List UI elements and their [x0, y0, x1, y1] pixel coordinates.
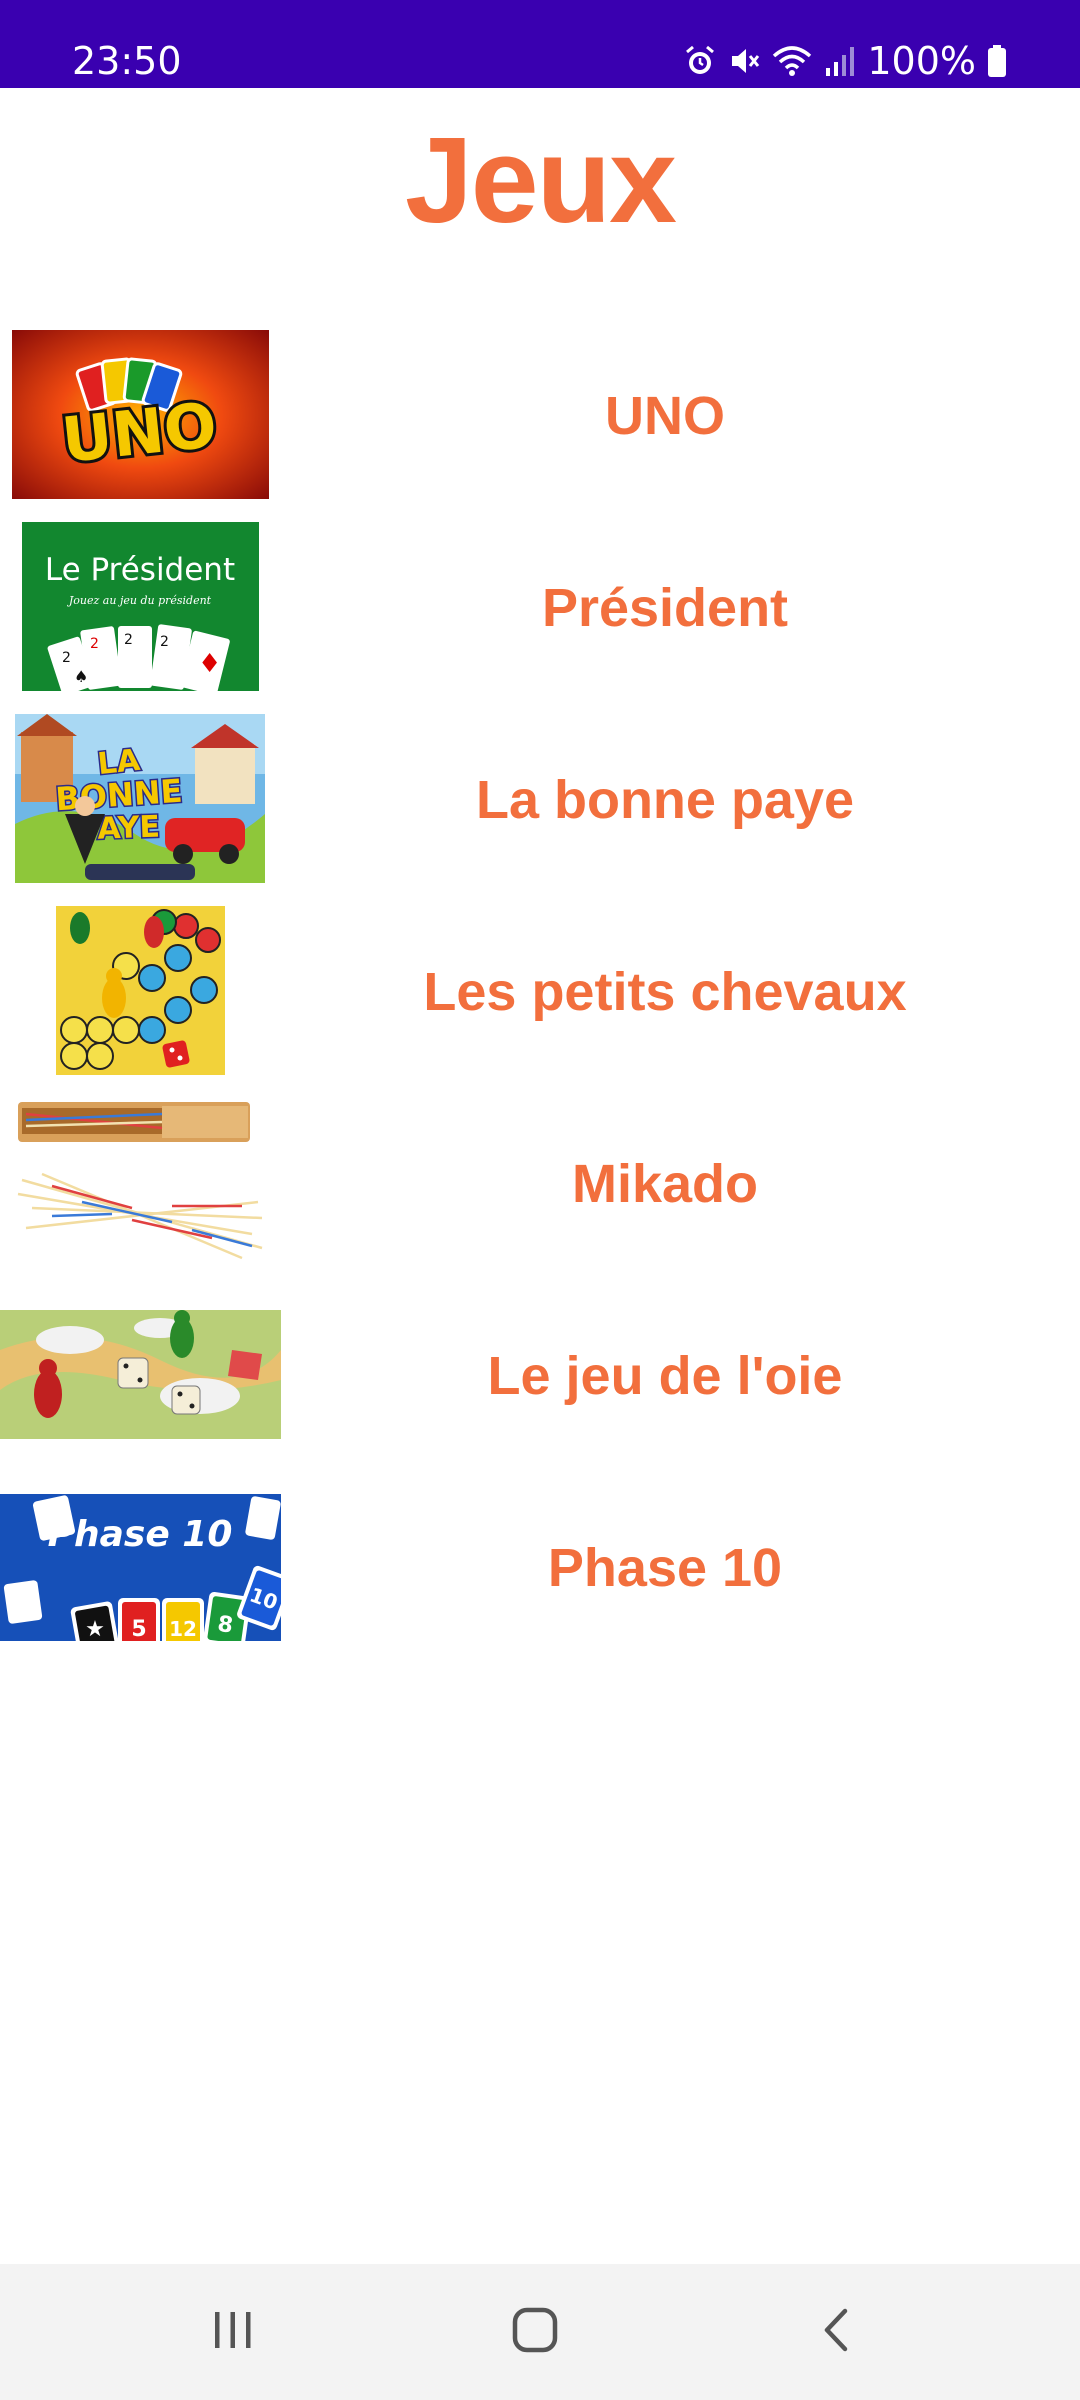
game-item-la-bonne-paye[interactable]: LA BONNE PAYE La bonne paye	[0, 704, 1080, 896]
game-item-mikado[interactable]: Mikado	[0, 1088, 1080, 1280]
game-item-le-jeu-de-loie[interactable]: Le jeu de l'oie	[0, 1280, 1080, 1472]
game-name: Mikado	[571, 1154, 759, 1214]
back-button[interactable]	[787, 2294, 887, 2370]
svg-text:♦: ♦	[198, 649, 221, 679]
uno-thumbnail: UNO	[12, 330, 269, 499]
game-name: Les petits chevaux	[423, 962, 907, 1022]
president-subtitle-text: Jouez au jeu du président	[67, 594, 212, 607]
home-button[interactable]	[485, 2294, 585, 2370]
jeu-de-loie-thumbnail	[0, 1310, 281, 1439]
recents-button[interactable]	[183, 2294, 283, 2370]
game-item-president[interactable]: Le Président Jouez au jeu du président 2…	[0, 512, 1080, 704]
signal-icon	[823, 44, 857, 78]
home-icon	[510, 2305, 560, 2360]
la-bonne-paye-thumbnail: LA BONNE PAYE	[15, 714, 265, 883]
mute-icon	[727, 44, 761, 78]
back-icon	[817, 2305, 857, 2360]
game-name: Président	[541, 578, 789, 638]
navigation-bar	[0, 2264, 1080, 2400]
svg-text:2: 2	[62, 650, 71, 666]
alarm-icon	[683, 44, 717, 78]
game-item-uno[interactable]: UNO UNO	[0, 320, 1080, 512]
status-icons: 100%	[683, 38, 1008, 84]
battery-icon	[986, 44, 1008, 78]
svg-text:★: ★	[85, 1617, 105, 1641]
battery-text: 100%	[867, 39, 976, 83]
status-bar: 23:50 100%	[0, 0, 1080, 88]
game-item-les-petits-chevaux[interactable]: Les petits chevaux	[0, 896, 1080, 1088]
mikado-thumbnail	[12, 1098, 269, 1267]
wifi-icon	[771, 44, 813, 78]
svg-text:♠: ♠	[74, 667, 88, 686]
game-name: UNO	[605, 386, 725, 446]
phase10-logo-text: Phase 10	[48, 1514, 233, 1555]
president-thumbnail: Le Président Jouez au jeu du président 2…	[22, 522, 259, 691]
game-name: La bonne paye	[475, 770, 855, 830]
svg-text:2: 2	[124, 632, 133, 648]
game-name: Phase 10	[547, 1538, 783, 1598]
svg-text:12: 12	[169, 1617, 197, 1641]
status-time: 23:50	[72, 39, 182, 83]
page-title: Jeux	[404, 112, 677, 248]
svg-text:2: 2	[90, 636, 99, 652]
game-name: Le jeu de l'oie	[487, 1346, 843, 1406]
petits-chevaux-thumbnail	[56, 906, 225, 1075]
svg-text:5: 5	[131, 1617, 146, 1641]
recents-icon	[210, 2308, 256, 2357]
game-item-phase-10[interactable]: Phase 10 5 12 8 10 ★ Phase 10	[0, 1472, 1080, 1664]
svg-text:2: 2	[160, 634, 169, 650]
phase-10-thumbnail: Phase 10 5 12 8 10 ★	[0, 1494, 281, 1641]
president-logo-text: Le Président	[45, 552, 235, 588]
